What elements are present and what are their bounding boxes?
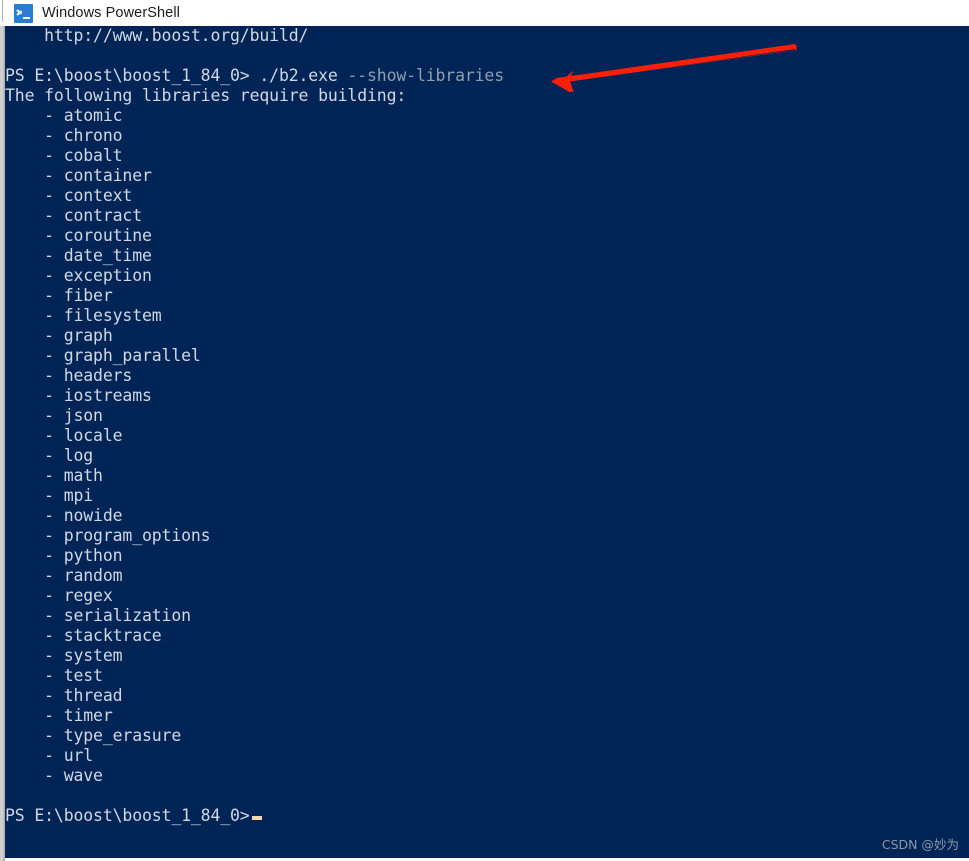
- library-list-item: - context: [5, 186, 133, 205]
- text-cursor: [251, 816, 262, 820]
- library-list-item: - math: [5, 466, 103, 485]
- library-list-item: - atomic: [5, 106, 123, 125]
- watermark: CSDN @妙为: [881, 837, 959, 852]
- console-text: http://www.boost.org/build/ PS E:\boost\…: [5, 26, 504, 826]
- library-list-item: - json: [5, 406, 103, 425]
- library-list-item: - mpi: [5, 486, 94, 505]
- console-line-final-prompt: PS E:\boost\boost_1_84_0>: [5, 806, 504, 826]
- powershell-window: Windows PowerShell http://www.boost.org/…: [0, 0, 969, 861]
- library-list-item: - date_time: [5, 246, 152, 265]
- library-list-item: - python: [5, 546, 123, 565]
- library-list-item: - nowide: [5, 506, 123, 525]
- library-list-item: - system: [5, 646, 123, 665]
- library-list-item: - stacktrace: [5, 626, 162, 645]
- library-list-item: - log: [5, 446, 94, 465]
- library-list-item: - regex: [5, 586, 113, 605]
- title-bar[interactable]: Windows PowerShell: [0, 0, 969, 26]
- background-window-edge-top: [0, 0, 7, 26]
- background-window-edge: [0, 0, 5, 861]
- library-list-item: - timer: [5, 706, 113, 725]
- library-list-item: - container: [5, 166, 152, 185]
- library-list-item: - coroutine: [5, 226, 152, 245]
- library-list-item: - exception: [5, 266, 152, 285]
- library-list-item: - graph: [5, 326, 113, 345]
- library-list-item: - serialization: [5, 606, 191, 625]
- console-line-command: PS E:\boost\boost_1_84_0> ./b2.exe --sho…: [5, 66, 504, 86]
- library-list-item: - random: [5, 566, 123, 585]
- console-line-message: The following libraries require building…: [5, 86, 407, 105]
- library-list-item: - chrono: [5, 126, 123, 145]
- shell-prompt: PS E:\boost\boost_1_84_0>: [5, 66, 260, 85]
- shell-prompt-final: PS E:\boost\boost_1_84_0>: [5, 806, 250, 825]
- powershell-icon: [14, 3, 33, 23]
- library-list-item: - iostreams: [5, 386, 152, 405]
- library-list-item: - headers: [5, 366, 133, 385]
- library-list-item: - filesystem: [5, 306, 162, 325]
- library-list-item: - thread: [5, 686, 123, 705]
- library-list-item: - contract: [5, 206, 142, 225]
- library-list-item: - program_options: [5, 526, 211, 545]
- library-list-item: - test: [5, 666, 103, 685]
- console-line-url: http://www.boost.org/build/: [5, 26, 309, 45]
- library-list-item: - fiber: [5, 286, 113, 305]
- chevron-right-icon: [17, 8, 26, 17]
- library-list-item: - type_erasure: [5, 726, 182, 745]
- library-list-item: - graph_parallel: [5, 346, 201, 365]
- console-output-area[interactable]: http://www.boost.org/build/ PS E:\boost\…: [5, 26, 969, 858]
- shell-command-parameter: --show-libraries: [347, 66, 504, 85]
- library-list-item: - cobalt: [5, 146, 123, 165]
- library-list-item: - wave: [5, 766, 103, 785]
- underscore-icon: [23, 16, 30, 19]
- library-list-item: - url: [5, 746, 94, 765]
- library-list-item: - locale: [5, 426, 123, 445]
- shell-command: ./b2.exe: [259, 66, 348, 85]
- window-title: Windows PowerShell: [42, 5, 180, 21]
